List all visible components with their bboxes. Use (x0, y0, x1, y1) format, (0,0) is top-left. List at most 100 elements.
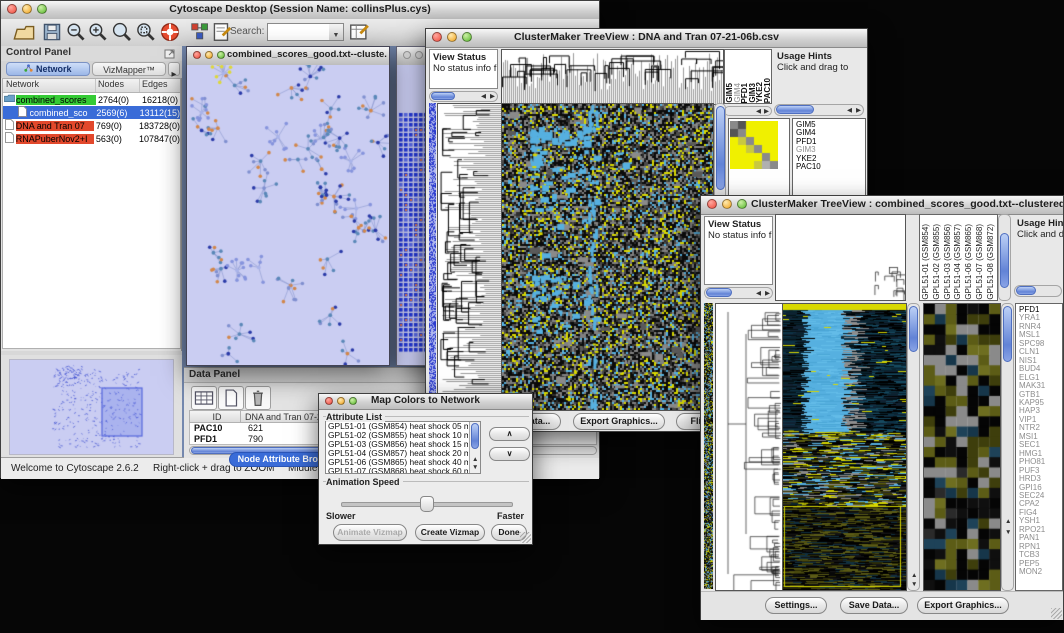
dialog-title-bar[interactable]: Map Colors to Network (319, 394, 532, 410)
column-label[interactable]: GPL51-04 (GSM857) (953, 224, 964, 300)
column-label[interactable]: GPL51-07 (GSM868) (975, 224, 986, 300)
network-row[interactable]: DNA and Tran 07 769(0) 183728(0) (3, 119, 180, 132)
heatmap-vscrollbar[interactable]: ▲ ▼ (907, 303, 920, 591)
scrollbar-thumb[interactable] (1003, 306, 1012, 362)
col-header-network[interactable]: Network (3, 79, 96, 92)
search-dropdown[interactable]: ▼ (329, 23, 344, 41)
data-row-id[interactable]: PFD1 (194, 434, 217, 444)
zoom-heatmap-canvas[interactable] (923, 303, 1001, 591)
data-col-id[interactable]: ID (189, 410, 241, 423)
col-header-edges[interactable]: Edges (140, 79, 180, 92)
scroll-right-icon[interactable]: ▶ (765, 291, 770, 298)
attribute-item[interactable]: GPL51-07 (GSM868) heat shock 60 min (328, 467, 468, 474)
maximize-button[interactable] (349, 397, 357, 405)
table-icon[interactable] (191, 386, 217, 410)
animate-vizmap-button[interactable]: Animate Vizmap (333, 524, 407, 541)
scroll-left-icon[interactable]: ◀ (756, 291, 761, 298)
network-overview-canvas[interactable] (9, 359, 174, 455)
settings-button[interactable]: Settings... (765, 597, 827, 614)
view-status-hscrollbar[interactable]: ◀ ▶ (429, 91, 498, 102)
zoom-fit-icon[interactable] (111, 21, 133, 43)
tab-overflow-button[interactable]: ▶ (168, 62, 180, 76)
scroll-up-icon[interactable]: ▲ (472, 457, 478, 464)
save-icon[interactable] (41, 21, 63, 43)
help-lifering-icon[interactable] (159, 21, 181, 43)
maximize-button[interactable] (37, 4, 47, 14)
open-file-icon[interactable] (13, 21, 35, 43)
zoom-selected-icon[interactable] (135, 21, 157, 43)
move-up-button[interactable]: ∧ (489, 427, 530, 441)
gene-label[interactable]: PAC10 (796, 163, 865, 171)
list-vscrollbar[interactable]: ▲ ▼ (469, 422, 480, 473)
close-button[interactable] (432, 32, 442, 42)
search-input[interactable] (267, 23, 331, 41)
scroll-left-icon[interactable]: ◀ (847, 108, 852, 115)
minimize-button[interactable] (205, 51, 213, 59)
column-dendrogram-canvas[interactable] (501, 49, 724, 105)
scroll-right-icon[interactable]: ▶ (490, 94, 495, 101)
scroll-up-icon[interactable]: ▲ (1005, 519, 1011, 526)
main-title-bar[interactable]: Cytoscape Desktop (Session Name: collins… (1, 1, 599, 20)
scroll-right-icon[interactable]: ▶ (856, 108, 861, 115)
gene-label[interactable]: MON2 (1019, 568, 1062, 576)
vizmapper-icon[interactable] (189, 21, 211, 43)
minimize-button[interactable] (722, 199, 732, 209)
labels-vscrollbar[interactable] (998, 214, 1011, 301)
new-attribute-icon[interactable] (218, 386, 244, 410)
column-label[interactable]: GPL51-03 (GSM856) (943, 224, 954, 300)
treeview1-title-bar[interactable]: ClusterMaker TreeView : DNA and Tran 07-… (426, 29, 867, 48)
column-label[interactable]: GPL51-01 (GSM854) (921, 224, 932, 300)
row-dendrogram-canvas[interactable] (715, 303, 783, 591)
view-status-hscrollbar[interactable]: ◀ ▶ (704, 287, 773, 299)
scroll-down-icon[interactable]: ▼ (472, 465, 478, 472)
scrollbar-thumb[interactable] (1016, 286, 1036, 295)
global-overview-strip[interactable] (704, 303, 713, 589)
tab-network[interactable]: Network (6, 62, 90, 76)
export-graphics-button[interactable]: Export Graphics... (573, 413, 665, 430)
maximize-button[interactable] (462, 32, 472, 42)
float-panel-icon[interactable] (164, 47, 176, 59)
close-button[interactable] (403, 51, 411, 59)
scrollbar-thumb[interactable] (471, 423, 479, 449)
minimize-button[interactable] (447, 32, 457, 42)
data-row-value[interactable]: 621 (248, 423, 263, 433)
zoom-matrix-canvas[interactable] (730, 121, 778, 169)
resize-grip[interactable] (520, 532, 531, 543)
minimize-button[interactable] (337, 397, 345, 405)
speed-slider-thumb[interactable] (420, 496, 434, 512)
delete-attribute-icon[interactable] (245, 386, 271, 410)
scrollbar-thumb[interactable] (431, 92, 455, 100)
scroll-up-icon[interactable]: ▲ (911, 573, 917, 580)
col-header-nodes[interactable]: Nodes (96, 79, 140, 92)
column-dendrogram-canvas[interactable] (775, 214, 906, 301)
usage-hscrollbar[interactable]: ◀ ▶ (774, 104, 864, 116)
global-overview-strip[interactable] (429, 103, 436, 409)
close-button[interactable] (325, 397, 333, 405)
minimize-button[interactable] (415, 51, 423, 59)
row-dendrogram-canvas[interactable] (437, 103, 502, 411)
treeview2-title-bar[interactable]: ClusterMaker TreeView : combined_scores_… (701, 196, 1063, 215)
scroll-right-icon[interactable]: ▶ (764, 109, 769, 116)
heatmap-canvas[interactable] (501, 103, 714, 411)
column-label[interactable]: PAC10 (764, 78, 772, 103)
scroll-down-icon[interactable]: ▼ (1005, 530, 1011, 537)
heatmap-canvas[interactable] (782, 303, 907, 591)
create-vizmap-button[interactable]: Create Vizmap (415, 524, 485, 541)
zoom-in-icon[interactable] (87, 21, 109, 43)
scrollbar-thumb[interactable] (909, 306, 918, 352)
maximize-button[interactable] (737, 199, 747, 209)
table-edit-icon[interactable] (348, 21, 370, 43)
inner-window-title-bar[interactable]: combined_scores_good.txt--cluste... (187, 47, 389, 66)
network-view-canvas[interactable] (187, 65, 389, 365)
attribute-listbox[interactable]: GPL51-01 (GSM854) heat shock 05 minGPL51… (325, 421, 481, 474)
close-button[interactable] (7, 4, 17, 14)
zoom-vscrollbar[interactable]: ▲ ▼ (1001, 303, 1014, 591)
export-graphics-button[interactable]: Export Graphics... (917, 597, 1009, 614)
data-row-value[interactable]: 790 (248, 434, 263, 444)
scroll-left-icon[interactable]: ◀ (481, 94, 486, 101)
zoom-out-icon[interactable] (65, 21, 87, 43)
column-label[interactable]: GPL51-06 (GSM865) (964, 224, 975, 300)
scrollbar-thumb[interactable] (706, 288, 732, 297)
data-row-id[interactable]: PAC10 (194, 423, 222, 433)
move-down-button[interactable]: ∨ (489, 447, 530, 461)
